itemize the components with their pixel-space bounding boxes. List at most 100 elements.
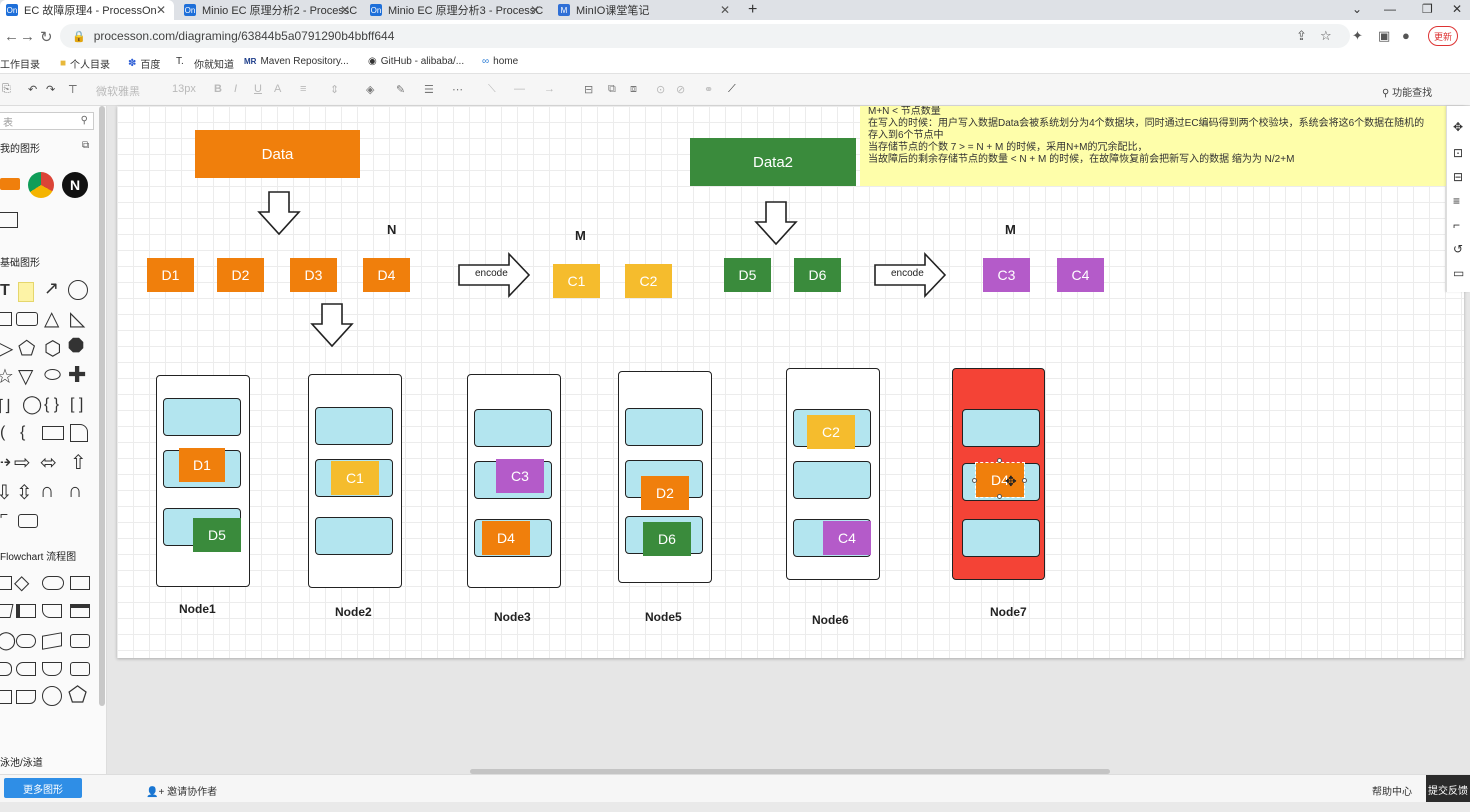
- reload-icon[interactable]: ↻: [40, 28, 53, 46]
- chunk-d6[interactable]: D6: [643, 522, 691, 556]
- chunk-d6[interactable]: D6: [794, 258, 841, 292]
- cylinder-shape-icon[interactable]: [70, 424, 88, 442]
- node-slot[interactable]: [315, 407, 393, 445]
- monitor-shape-icon[interactable]: [0, 212, 18, 228]
- bookmark-star-icon[interactable]: ☆: [1320, 28, 1332, 44]
- chunk-c2[interactable]: C2: [625, 264, 672, 298]
- line-shape-icon[interactable]: ↗: [44, 278, 59, 299]
- node-slot[interactable]: [163, 398, 241, 436]
- internal-storage-shape-icon[interactable]: [70, 604, 90, 618]
- banner-shape-icon[interactable]: ⬭: [44, 364, 61, 387]
- maximize-icon[interactable]: ❐: [1422, 2, 1433, 16]
- history-icon[interactable]: ↺: [1453, 242, 1463, 256]
- chunk-d3[interactable]: D3: [290, 258, 337, 292]
- bracket-shape-icon[interactable]: ⌈⌋: [0, 396, 10, 416]
- page-icon[interactable]: ≡: [1453, 194, 1460, 208]
- node-slot[interactable]: [793, 461, 871, 499]
- line-type-icon[interactable]: —: [514, 83, 525, 95]
- line-arrow-icon[interactable]: ⇢: [0, 452, 11, 473]
- font-family-select[interactable]: 微软雅黑: [96, 83, 140, 99]
- predefined-shape-icon[interactable]: [16, 604, 36, 618]
- section-basic-shapes[interactable]: 基础图形: [0, 254, 40, 269]
- encode-arrow[interactable]: encode: [873, 252, 947, 298]
- undo-icon[interactable]: ↶: [28, 83, 37, 96]
- rounded-rect-shape-icon[interactable]: [16, 312, 38, 326]
- connector-shape-icon[interactable]: [42, 686, 62, 706]
- node-slot[interactable]: [315, 517, 393, 555]
- data2-block[interactable]: Data2: [690, 138, 856, 186]
- line-spacing-icon[interactable]: ⇕: [330, 83, 339, 96]
- style-icon[interactable]: ⊡: [1453, 146, 1463, 160]
- chunk-d2[interactable]: D2: [641, 476, 689, 510]
- italic-icon[interactable]: I: [234, 83, 237, 95]
- lock-shape-icon[interactable]: ⊙: [656, 83, 665, 96]
- note-sticky[interactable]: M+N < 节点数量 在写入的时候：用户写入数据Data会被系统划分为4个数据块…: [860, 106, 1446, 186]
- resize-handle[interactable]: [972, 478, 977, 483]
- triangle-shape-icon[interactable]: △: [44, 306, 59, 331]
- clear-format-icon[interactable]: ⟋: [728, 83, 736, 96]
- line-style-icon[interactable]: ⋯: [452, 83, 463, 96]
- curly-brace-icon[interactable]: {: [20, 424, 25, 442]
- share-icon[interactable]: ⇪: [1296, 28, 1307, 44]
- star-shape-icon[interactable]: ☆: [0, 364, 14, 389]
- diagram-page[interactable]: Data Data2 N M M D1 D2 D3 D4 encode C1 C: [117, 106, 1464, 658]
- bold-icon[interactable]: B: [214, 83, 222, 95]
- close-tab-icon[interactable]: ✕: [530, 3, 540, 17]
- align-icon[interactable]: ≡: [300, 83, 306, 95]
- chunk-d5[interactable]: D5: [193, 518, 241, 552]
- left-brace-icon[interactable]: (: [0, 424, 5, 442]
- storage-shape-icon[interactable]: [42, 604, 62, 618]
- chunk-c3[interactable]: C3: [496, 459, 544, 493]
- u-turn-arrow-shape-icon[interactable]: ∩: [40, 480, 54, 503]
- tab-search-icon[interactable]: ⌄: [1352, 2, 1362, 16]
- right-arrow-shape-icon[interactable]: ⇨: [14, 450, 31, 475]
- more-shapes-button[interactable]: 更多图形: [4, 778, 82, 798]
- delay-shape-icon[interactable]: [16, 662, 36, 676]
- data-icon[interactable]: ⊟: [1453, 170, 1463, 184]
- fill-color-icon[interactable]: ◈: [366, 83, 374, 96]
- bookmark-work-folder[interactable]: 工作目录: [0, 56, 40, 71]
- shape-search-input[interactable]: 表 ⚲: [0, 112, 94, 130]
- loop-shape-icon[interactable]: [0, 662, 12, 676]
- updown-arrow-shape-icon[interactable]: ⇳: [16, 480, 33, 505]
- invite-collaborator-button[interactable]: 👤+ 邀请协作者: [146, 783, 217, 798]
- nginx-icon[interactable]: N: [62, 172, 88, 198]
- back-icon[interactable]: ←: [4, 28, 19, 45]
- line-width-icon[interactable]: ☰: [424, 83, 434, 96]
- bookmark-home[interactable]: ∞ home: [482, 56, 518, 67]
- function-search-button[interactable]: ⚲ 功能查找: [1382, 84, 1432, 99]
- rect-shape-icon[interactable]: [0, 312, 12, 326]
- feedback-button[interactable]: 提交反馈: [1426, 775, 1470, 803]
- chunk-d2[interactable]: D2: [217, 258, 264, 292]
- bookmark-personal-folder[interactable]: ■ 个人目录: [60, 56, 110, 71]
- close-tab-icon[interactable]: ✕: [156, 3, 166, 17]
- node3[interactable]: C3 D4: [467, 374, 561, 588]
- resize-handle[interactable]: [997, 458, 1002, 463]
- node-slot[interactable]: [474, 409, 552, 447]
- format-painter-icon[interactable]: ⎘: [2, 83, 11, 96]
- node-slot[interactable]: [625, 408, 703, 446]
- node5[interactable]: D2 D6: [618, 371, 712, 583]
- double-arrow-shape-icon[interactable]: ⬄: [40, 450, 57, 475]
- display-shape-icon[interactable]: ◯: [0, 630, 16, 651]
- u-turn-arrow-2-shape-icon[interactable]: ∩: [68, 480, 82, 503]
- shape-props-icon[interactable]: ⌐: [1453, 218, 1460, 232]
- right-triangle-shape-icon[interactable]: ◺: [70, 306, 85, 331]
- paint-icon[interactable]: ⊤: [68, 83, 78, 96]
- chunk-c4[interactable]: C4: [823, 521, 871, 555]
- node-slot[interactable]: [962, 409, 1040, 447]
- help-center-link[interactable]: 帮助中心: [1372, 783, 1412, 798]
- link-icon[interactable]: ⚭: [704, 83, 713, 96]
- close-window-icon[interactable]: ✕: [1452, 2, 1462, 16]
- panel-scrollbar[interactable]: [99, 106, 105, 706]
- brace-shape-icon[interactable]: { }: [44, 396, 59, 414]
- down-arrow-shape-icon[interactable]: ⇩: [0, 480, 13, 505]
- new-tab-button[interactable]: +: [742, 0, 762, 20]
- cross-shape-icon[interactable]: ✚: [68, 362, 86, 388]
- manual-input-shape-icon[interactable]: [16, 634, 36, 648]
- callout-shape-icon[interactable]: ⌐: [0, 506, 8, 522]
- tab-minio-ec-3[interactable]: On Minio EC 原理分析3 - ProcessC ✕: [364, 0, 548, 20]
- profile-icon[interactable]: ●: [1402, 28, 1410, 43]
- connector-icon[interactable]: ⟍: [488, 83, 496, 96]
- tab-minio-notes[interactable]: M MinIO课堂笔记 ✕: [552, 0, 738, 20]
